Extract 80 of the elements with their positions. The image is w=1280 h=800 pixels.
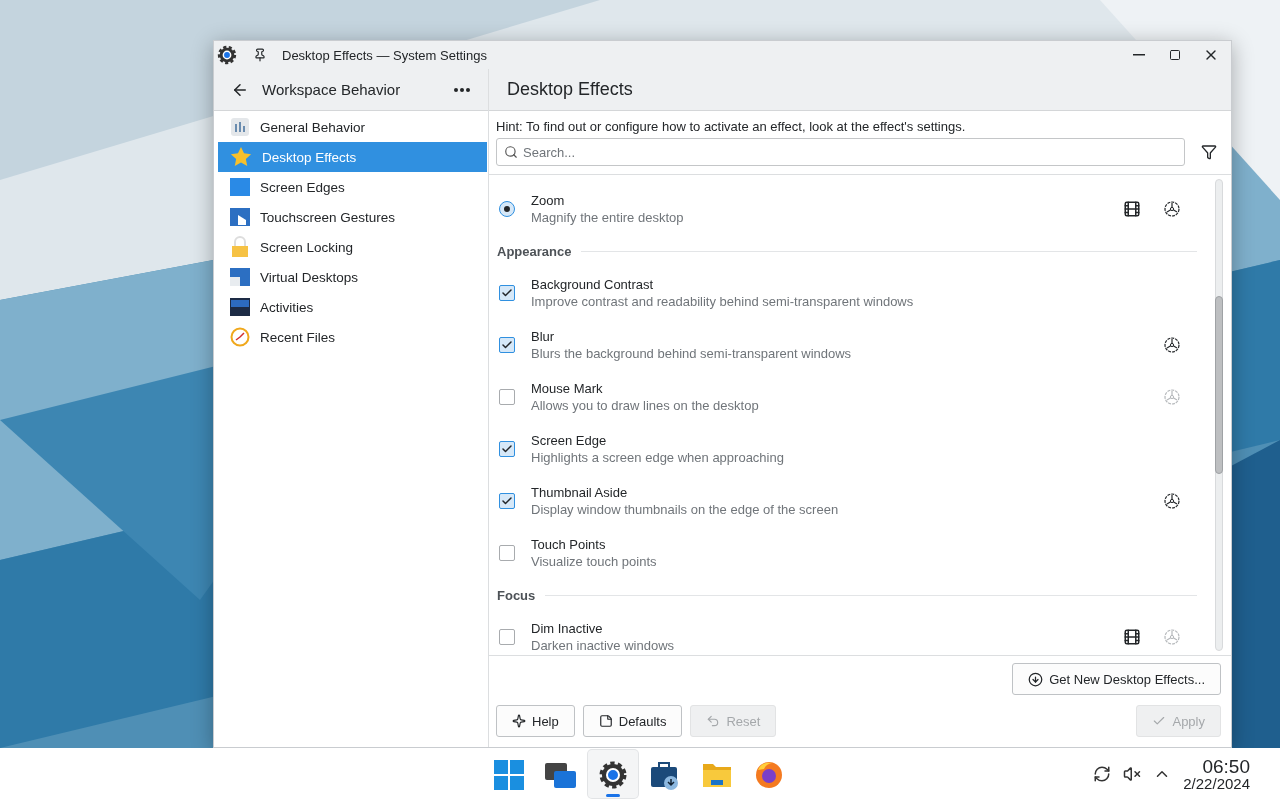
sparkle-icon xyxy=(512,714,526,728)
effect-name: Mouse Mark xyxy=(531,381,604,396)
effect-description: Blurs the background behind semi-transparent windows xyxy=(531,346,853,361)
clock-time: 06:50 xyxy=(1202,757,1250,776)
checkbox[interactable] xyxy=(499,285,515,301)
filter-icon xyxy=(1201,144,1217,160)
checkbox[interactable] xyxy=(499,337,515,353)
checkbox[interactable] xyxy=(499,545,515,561)
effect-name: Touch Points xyxy=(531,537,607,552)
sidebar-item[interactable]: General Behavior xyxy=(218,112,487,142)
help-button[interactable]: Help xyxy=(496,705,575,737)
settings-icon[interactable] xyxy=(1163,200,1181,218)
star-icon xyxy=(230,146,252,168)
effect-name: Background Contrast xyxy=(531,277,655,292)
radio-button[interactable] xyxy=(499,201,515,217)
effect-name: Blur xyxy=(531,329,556,344)
check-icon xyxy=(501,443,513,455)
sidebar-item[interactable]: Recent Files xyxy=(218,322,487,352)
sidebar-item[interactable]: Activities xyxy=(218,292,487,322)
effect-description: Highlights a screen edge when approaching xyxy=(531,450,785,465)
effect-description: Magnify the entire desktop xyxy=(531,210,685,225)
effect-description: Darken inactive windows xyxy=(531,638,676,653)
clock-date: 2/22/2024 xyxy=(1183,776,1250,791)
section-title: Appearance xyxy=(497,243,572,259)
sidebar-title: Workspace Behavior xyxy=(262,81,402,98)
check-icon xyxy=(1152,714,1167,728)
mute-icon[interactable] xyxy=(1123,765,1142,783)
note-icon xyxy=(598,714,613,728)
checkbox[interactable] xyxy=(499,441,515,457)
defaults-button[interactable]: Defaults xyxy=(582,705,683,737)
check-icon xyxy=(501,339,513,351)
get-new-button[interactable]: Get New Desktop Effects... xyxy=(1012,663,1221,695)
effect-description: Display window thumbnails on the edge of the screen xyxy=(531,502,840,517)
window-title: Desktop Effects — System Settings xyxy=(282,47,488,63)
film-icon[interactable] xyxy=(1123,628,1141,646)
effect-name: Screen Edge xyxy=(531,433,608,448)
sidebar-item[interactable]: Touchscreen Gestures xyxy=(218,202,487,232)
clock-icon xyxy=(230,327,250,347)
settings-icon[interactable] xyxy=(1163,492,1181,510)
touchscreen-icon xyxy=(230,207,250,227)
sync-icon[interactable] xyxy=(1093,765,1112,783)
browser-icon xyxy=(754,759,784,790)
search-icon xyxy=(504,145,518,159)
effect-name: Thumbnail Aside xyxy=(531,485,629,500)
settings-icon[interactable] xyxy=(1163,336,1181,354)
settings-icon xyxy=(216,44,238,66)
effect-description: Visualize touch points xyxy=(531,554,658,569)
general-behavior-icon xyxy=(230,117,250,137)
minimize-icon xyxy=(1133,54,1145,56)
sidebar-item[interactable]: Screen Edges xyxy=(218,172,487,202)
effect-name: Dim Inactive xyxy=(531,621,604,636)
maximize-icon xyxy=(1169,49,1181,61)
effect-name: Zoom xyxy=(531,193,566,208)
virtual-desktops-icon xyxy=(230,267,250,287)
download-icon xyxy=(1028,671,1044,687)
search-field[interactable]: Search... xyxy=(496,138,1185,166)
checkbox[interactable] xyxy=(499,389,515,405)
briefcase-icon xyxy=(650,759,680,790)
check-icon xyxy=(501,287,513,299)
checkbox[interactable] xyxy=(499,493,515,509)
effect-description: Allows you to draw lines on the desktop xyxy=(531,398,760,413)
windows-icon xyxy=(545,760,577,789)
taskbar-app[interactable] xyxy=(588,750,638,798)
film-icon[interactable] xyxy=(1123,200,1141,218)
page-title: Desktop Effects xyxy=(506,79,633,100)
more-icon xyxy=(454,87,470,92)
sidebar-item[interactable]: Virtual Desktops xyxy=(218,262,487,292)
section-title: Focus xyxy=(497,587,536,603)
settings-icon xyxy=(598,759,628,790)
grid-logo-icon xyxy=(494,759,524,790)
pin-icon xyxy=(253,48,267,62)
undo-icon xyxy=(706,714,721,728)
activities-icon xyxy=(230,297,250,317)
checkbox[interactable] xyxy=(499,629,515,645)
lock-icon xyxy=(230,236,250,258)
hint-text: Hint: To find out or configure how to activate an effect, look at the effect's settings. xyxy=(495,118,967,136)
effect-description: Improve contrast and readability behind semi-transparent windows xyxy=(531,294,915,309)
sidebar-item[interactable]: Screen Locking xyxy=(218,232,487,262)
screen-edges-icon xyxy=(230,177,250,197)
check-icon xyxy=(501,495,513,507)
